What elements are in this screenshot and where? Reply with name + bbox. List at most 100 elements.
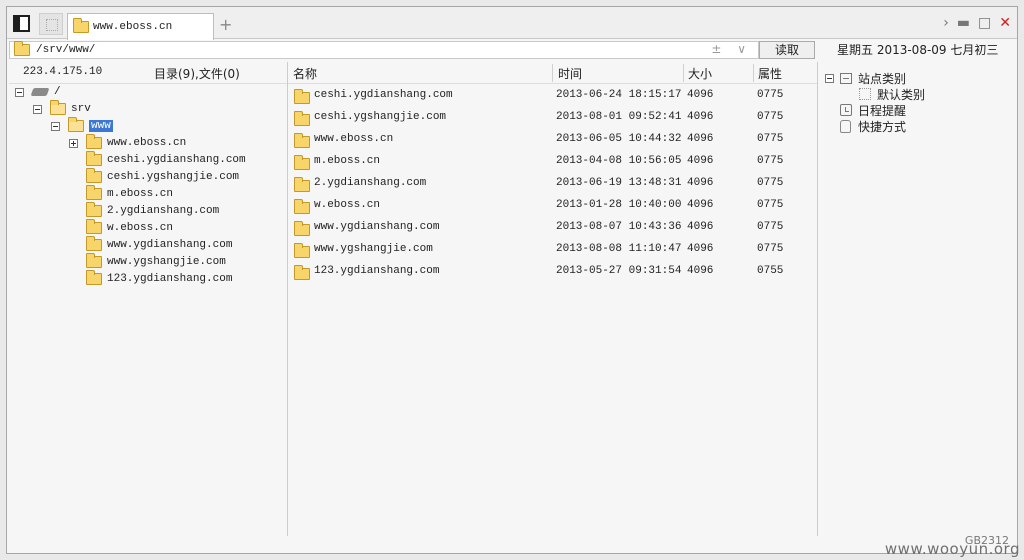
folder-icon — [294, 199, 310, 214]
table-row[interactable]: 123.ygdianshang.com 2013-05-27 09:31:54 … — [288, 262, 817, 284]
cell-attr: 0775 — [757, 221, 784, 233]
folder-icon — [86, 185, 102, 200]
tree-node-child[interactable]: w.eboss.cn — [86, 219, 174, 236]
tree-node-www[interactable]: www — [51, 117, 113, 134]
tree-label: w.eboss.cn — [107, 222, 174, 234]
tree-node-child[interactable]: www.ygdianshang.com — [86, 236, 233, 253]
cell-size: 4096 — [687, 199, 714, 211]
collapse-icon[interactable] — [15, 87, 24, 97]
collapse-icon[interactable] — [51, 121, 60, 131]
category-icon — [840, 72, 852, 84]
ip-label: 223.4.175.10 — [23, 66, 103, 78]
column-separator[interactable] — [552, 64, 553, 82]
table-row[interactable]: m.eboss.cn 2013-04-08 10:56:05 4096 0775 — [288, 152, 817, 174]
collapse-icon[interactable] — [825, 73, 834, 83]
folder-icon — [294, 265, 310, 280]
expand-icon[interactable] — [69, 138, 78, 148]
folder-open-icon — [50, 100, 66, 115]
tree-node-site-category[interactable]: 站点类别 — [825, 70, 906, 86]
default-category-icon — [859, 88, 871, 100]
table-row[interactable]: www.ygshangjie.com 2013-08-08 11:10:47 4… — [288, 240, 817, 262]
cell-name: m.eboss.cn — [314, 155, 381, 167]
panel-toggle-button[interactable] — [13, 15, 30, 32]
path-bar: /srv/www/ ± ∨ — [9, 41, 759, 59]
cell-name: ceshi.ygdianshang.com — [314, 89, 453, 101]
cell-size: 4096 — [687, 265, 714, 277]
tree-node-default-category[interactable]: 默认类别 — [859, 86, 925, 102]
blank-tab[interactable] — [39, 13, 63, 35]
tree-label: 日程提醒 — [858, 103, 907, 118]
column-header-name[interactable]: 名称 — [293, 65, 317, 81]
column-header-time[interactable]: 时间 — [558, 65, 582, 81]
close-icon[interactable]: ✕ — [999, 13, 1011, 33]
tree-node-srv[interactable]: srv — [33, 100, 91, 117]
forward-arrow-icon[interactable]: › — [943, 13, 949, 33]
maximize-icon[interactable]: □ — [978, 13, 991, 33]
tree-node-root[interactable]: / — [15, 84, 61, 100]
folder-icon — [86, 219, 102, 234]
cell-name: 2.ygdianshang.com — [314, 177, 427, 189]
column-header-size[interactable]: 大小 — [688, 65, 712, 81]
date-label: 星期五 2013-08-09 七月初三 — [837, 43, 999, 57]
tree-label: m.eboss.cn — [107, 188, 174, 200]
new-tab-button[interactable]: + — [219, 15, 232, 34]
cell-name: www.ygshangjie.com — [314, 243, 433, 255]
table-row[interactable]: www.ygdianshang.com 2013-08-07 10:43:36 … — [288, 218, 817, 240]
folder-icon — [86, 270, 102, 285]
left-header: 223.4.175.10 目录(9),文件(0) — [9, 62, 287, 84]
tab-label: www.eboss.cn — [93, 21, 173, 33]
folder-icon — [86, 253, 102, 268]
minimize-icon[interactable]: ▬ — [957, 13, 970, 33]
drive-icon — [30, 88, 50, 96]
folder-icon — [14, 41, 30, 56]
cell-attr: 0775 — [757, 89, 784, 101]
table-row[interactable]: ceshi.ygshangjie.com 2013-08-01 09:52:41… — [288, 108, 817, 130]
read-button[interactable]: 读取 — [759, 41, 815, 59]
path-actions[interactable]: ± ∨ — [711, 42, 752, 56]
cell-size: 4096 — [687, 243, 714, 255]
table-header: 名称 时间 大小 属性 — [288, 62, 817, 84]
tree-label: 123.ygdianshang.com — [107, 273, 233, 285]
right-panel: 站点类别 默认类别 日程提醒 快捷方式 — [819, 62, 1017, 536]
tree-label: 2.ygdianshang.com — [107, 205, 220, 217]
cell-time: 2013-08-08 11:10:47 — [556, 243, 682, 255]
folder-icon — [294, 111, 310, 126]
tree-node-child[interactable]: ceshi.ygshangjie.com — [86, 168, 240, 185]
folder-icon — [86, 202, 102, 217]
dir-count-label: 目录(9),文件(0) — [154, 67, 240, 81]
tree-node-shortcut[interactable]: 快捷方式 — [840, 118, 906, 134]
collapse-icon[interactable] — [33, 104, 42, 114]
cell-size: 4096 — [687, 111, 714, 123]
tree-label: 默认类别 — [877, 87, 926, 102]
cell-name: www.eboss.cn — [314, 133, 394, 145]
tree-node-child[interactable]: m.eboss.cn — [86, 185, 174, 202]
cell-time: 2013-06-24 18:15:17 — [556, 89, 682, 101]
tree-node-child[interactable]: ceshi.ygdianshang.com — [86, 151, 246, 168]
tree-label: www.ygdianshang.com — [107, 239, 233, 251]
main-window: www.eboss.cn + › ▬ □ ✕ /srv/www/ ± ∨ 读取 … — [6, 6, 1018, 554]
cell-size: 4096 — [687, 221, 714, 233]
column-separator[interactable] — [753, 64, 754, 82]
folder-icon — [294, 133, 310, 148]
tree-node-child[interactable]: 2.ygdianshang.com — [86, 202, 220, 219]
tab-www-eboss[interactable]: www.eboss.cn — [67, 13, 214, 40]
tree-node-child[interactable]: 123.ygdianshang.com — [86, 270, 233, 287]
table-row[interactable]: w.eboss.cn 2013-01-28 10:40:00 4096 0775 — [288, 196, 817, 218]
pane-divider[interactable] — [817, 62, 818, 536]
folder-icon — [294, 243, 310, 258]
tree-node-schedule[interactable]: 日程提醒 — [840, 102, 906, 118]
tree-node-child[interactable]: www.ygshangjie.com — [86, 253, 226, 270]
folder-icon — [86, 134, 102, 149]
tree-node-child[interactable]: www.eboss.cn — [69, 134, 186, 151]
tree-label: / — [54, 86, 61, 98]
cell-name: w.eboss.cn — [314, 199, 381, 211]
table-row[interactable]: 2.ygdianshang.com 2013-06-19 13:48:31 40… — [288, 174, 817, 196]
folder-icon — [86, 151, 102, 166]
path-input[interactable]: /srv/www/ — [36, 44, 758, 56]
tree-label: ceshi.ygshangjie.com — [107, 171, 240, 183]
column-header-attr[interactable]: 属性 — [758, 65, 782, 81]
cell-name: www.ygdianshang.com — [314, 221, 440, 233]
column-separator[interactable] — [683, 64, 684, 82]
table-row[interactable]: ceshi.ygdianshang.com 2013-06-24 18:15:1… — [288, 86, 817, 108]
table-row[interactable]: www.eboss.cn 2013-06-05 10:44:32 4096 07… — [288, 130, 817, 152]
